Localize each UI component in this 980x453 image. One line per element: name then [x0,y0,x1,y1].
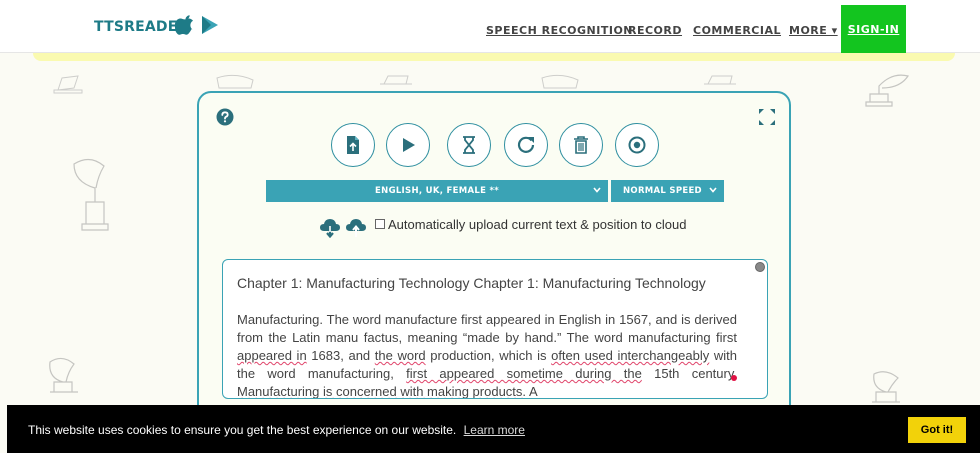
nav-more-dropdown[interactable]: MORE ▾ [789,24,838,37]
cookie-banner: This website uses cookies to ensure you … [7,405,980,453]
gramophone-decoration-icon [380,75,412,85]
gramophone-decoration-icon [541,74,579,89]
spellcheck-run: appeared in [237,348,307,363]
cookie-accept-button[interactable]: Got it! [908,417,966,443]
text-heading: Chapter 1: Manufacturing Technology Chap… [237,275,706,291]
reload-button[interactable] [504,123,548,167]
text-run: production, which is [425,348,552,363]
spellcheck-run: first appeared sometime during the [406,366,642,381]
reader-text-area[interactable]: Chapter 1: Manufacturing Technology Chap… [222,259,768,399]
notice-band [33,53,955,61]
cloud-download-icon[interactable] [319,218,341,238]
play-button[interactable] [386,123,430,167]
chevron-down-icon [593,187,601,193]
record-icon [628,136,646,154]
gramophone-decoration-icon [49,357,78,393]
voice-select[interactable]: ENGLISH, UK, FEMALE ** [266,180,608,202]
expand-icon[interactable] [758,108,776,126]
apple-icon[interactable] [175,15,195,35]
nav-record[interactable]: RECORD [628,24,682,37]
nav-commercial[interactable]: COMMERCIAL [693,24,781,37]
cloud-upload-icon[interactable] [345,218,367,238]
gramophone-decoration-icon [704,75,736,85]
sleep-timer-button[interactable] [447,123,491,167]
speed-select[interactable]: NORMAL SPEED [611,180,724,202]
auto-upload-checkbox[interactable] [375,219,385,229]
spellcheck-run: often used interchangeably [551,348,710,363]
upload-file-icon [347,136,359,154]
scrollbar-thumb[interactable] [755,262,765,272]
sign-in-button[interactable]: SIGN-IN [841,5,906,53]
reader-panel: ENGLISH, UK, FEMALE ** NORMAL SPEED Auto… [197,91,791,421]
text-run: A [526,384,538,399]
upload-file-button[interactable] [331,123,375,167]
google-play-icon[interactable] [200,15,220,35]
reload-icon [517,136,535,153]
trash-icon [574,136,588,154]
cookie-message-text: This website uses cookies to ensure you … [28,423,457,437]
text-run: 1683, and [306,348,375,363]
chevron-down-icon [709,187,717,193]
learn-more-link[interactable]: Learn more [464,423,525,437]
play-icon [403,138,415,152]
text-run: Manufacturing. The word manufacture firs… [237,312,737,345]
gramophone-decoration-icon [872,371,900,403]
cookie-message: This website uses cookies to ensure you … [28,423,525,437]
gramophone-decoration-icon [865,74,909,107]
auto-upload-label[interactable]: Automatically upload current text & posi… [388,217,686,232]
record-button[interactable] [615,123,659,167]
gramophone-decoration-icon [53,75,83,94]
delete-button[interactable] [559,123,603,167]
spellcheck-run: the word [374,348,426,363]
speed-select-value: NORMAL SPEED [623,186,702,196]
top-navbar: TTSREADER SPEECH RECOGNITION RECORD COMM… [0,0,980,53]
gramophone-decoration-icon [73,158,109,231]
help-icon[interactable] [216,108,234,126]
gramophone-decoration-icon [216,74,254,89]
text-run: 15th century. [641,366,737,381]
text-body: Manufacturing. The word manufacture firs… [237,311,737,399]
sleep-timer-icon [463,136,475,154]
spellcheck-marker [731,375,737,381]
nav-speech-recognition[interactable]: SPEECH RECOGNITION [486,24,633,37]
voice-select-value: ENGLISH, UK, FEMALE ** [375,186,499,196]
spellcheck-run: Manufacturing is concerned with making p… [237,384,527,399]
